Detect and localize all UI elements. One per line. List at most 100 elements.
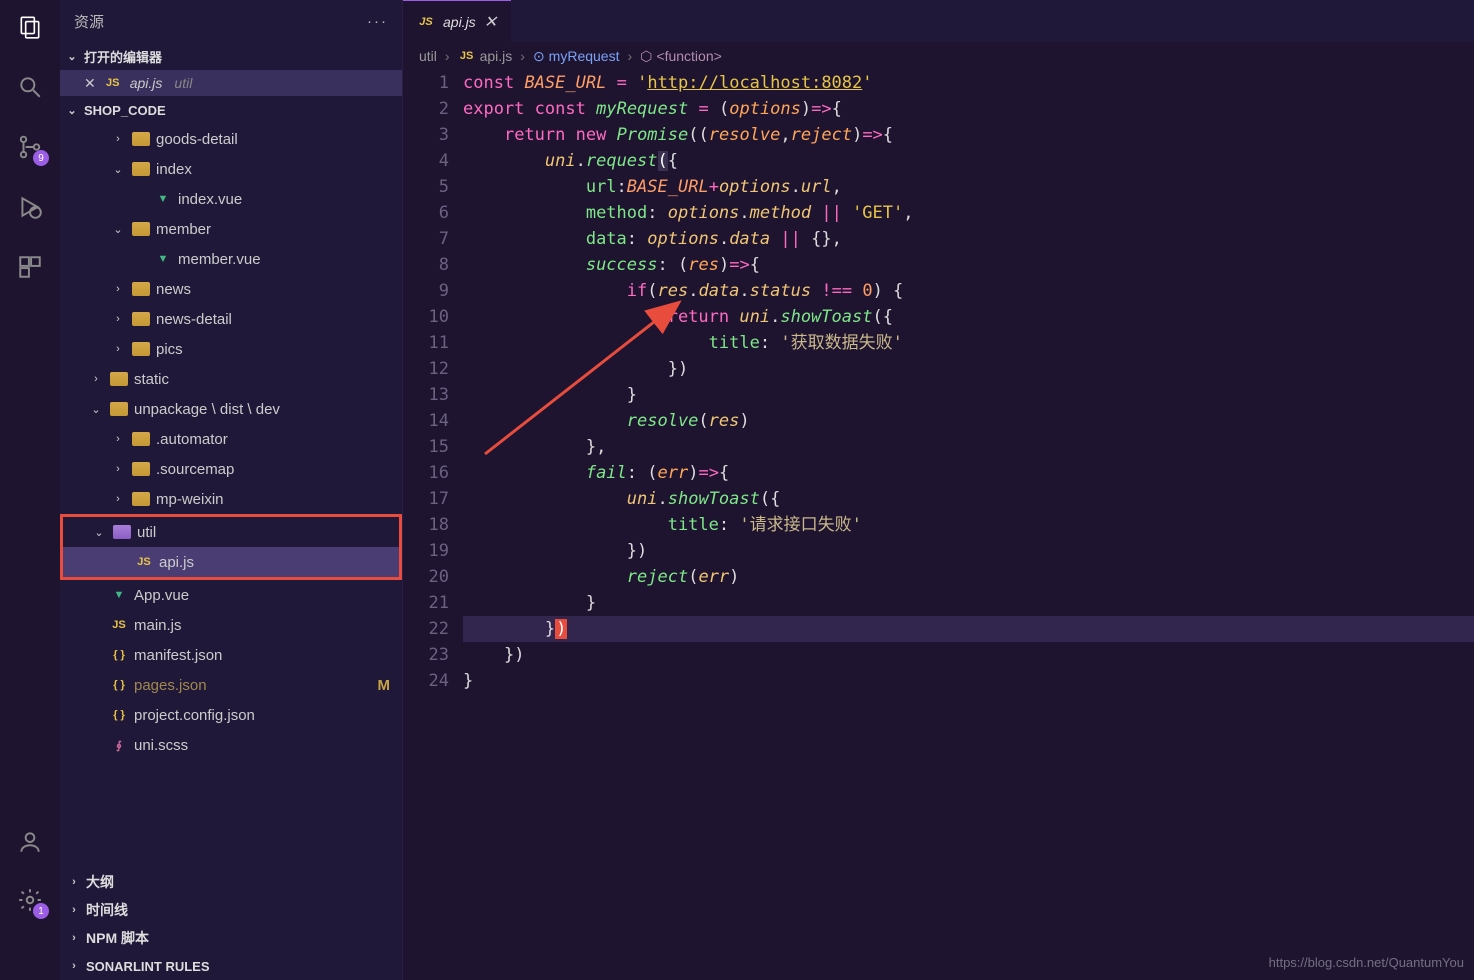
folder-icon [132,312,150,326]
tree-item-label: project.config.json [134,707,255,724]
chevron-icon: ⌄ [91,526,107,539]
code-content[interactable]: const BASE_URL = 'http://localhost:8082'… [463,70,1474,980]
chevron-icon: › [110,463,126,475]
open-editor-item[interactable]: ✕ JS api.js util [60,70,402,96]
tree-item-label: goods-detail [156,131,238,148]
tree-item[interactable]: { } project.config.json [60,700,402,730]
vue-icon: ▼ [110,589,128,601]
code-editor[interactable]: 123456789101112131415161718192021222324 … [403,70,1474,980]
timeline-section[interactable]: ›时间线 [60,896,402,924]
extensions-icon[interactable] [15,252,45,282]
scm-badge: 9 [33,150,49,166]
tree-item-label: mp-weixin [156,491,224,508]
tree-item[interactable]: › goods-detail [60,124,402,154]
json-icon: { } [110,649,128,661]
open-editors-section[interactable]: ⌄打开的编辑器 [60,42,402,70]
tree-item-label: index [156,161,192,178]
tree-item-label: unpackage \ dist \ dev [134,401,280,418]
json-icon: { } [110,709,128,721]
folder-icon [132,222,150,236]
tree-item-label: manifest.json [134,647,222,664]
tree-item[interactable]: ▼member.vue [60,244,402,274]
settings-icon[interactable]: 1 [15,885,45,915]
search-icon[interactable] [15,72,45,102]
tab-bar: JS api.js ✕ [403,0,1474,42]
watermark: https://blog.csdn.net/QuantumYou [1269,955,1464,970]
folder-icon [132,492,150,506]
js-icon: JS [135,556,153,568]
tree-item[interactable]: ›news-detail [60,304,402,334]
activity-bar: 9 1 [0,0,60,980]
tree-item[interactable]: { } manifest.json [60,640,402,670]
tree-item-label: member.vue [178,251,261,268]
sidebar-header: 资源 ··· [60,0,402,42]
tree-item[interactable]: ›static [60,364,402,394]
scss-icon: ∮ [110,739,128,752]
folder-icon [132,162,150,176]
tab-api-js[interactable]: JS api.js ✕ [403,0,511,42]
tree-item[interactable]: JSmain.js [60,610,402,640]
tree-item[interactable]: › mp-weixin [60,484,402,514]
tree-item[interactable]: ⌄unpackage \ dist \ dev [60,394,402,424]
file-tree: ›goods-detail⌄index▼index.vue⌄member▼mem… [60,124,402,868]
close-icon[interactable]: ✕ [484,12,497,32]
breadcrumb[interactable]: util› JSapi.js› ⊙myRequest› ⬡<function> [403,42,1474,70]
tree-item[interactable]: › .sourcemap [60,454,402,484]
chevron-icon: › [110,133,126,145]
js-icon: JS [458,50,476,62]
tree-item[interactable]: ∮ uni.scss [60,730,402,760]
git-status: M [378,677,391,694]
folder-icon [110,372,128,386]
folder-icon [132,342,150,356]
chevron-icon: › [88,373,104,385]
chevron-icon: › [110,493,126,505]
js-icon: JS [417,16,435,28]
chevron-icon: › [110,343,126,355]
close-icon[interactable]: ✕ [84,75,96,92]
tree-item[interactable]: ›.automator [60,424,402,454]
sonarlint-section[interactable]: ›SONARLINT RULES [60,952,402,980]
tree-item[interactable]: ⌄ member [60,214,402,244]
editor-area: JS api.js ✕ util› JSapi.js› ⊙myRequest› … [403,0,1474,980]
chevron-icon: › [110,313,126,325]
folder-icon [113,525,131,539]
chevron-icon: ⌄ [110,163,126,176]
settings-badge: 1 [33,903,49,919]
tree-item[interactable]: ⌄ index [60,154,402,184]
json-icon: { } [110,679,128,691]
sidebar-title: 资源 [74,11,104,32]
highlighted-folder: ⌄ util JS api.js [60,514,402,580]
folder-icon [132,132,150,146]
tree-item-label: api.js [159,554,194,571]
folder-icon [132,462,150,476]
tree-item[interactable]: { } pages.json M [60,670,402,700]
tree-item-label: uni.scss [134,737,188,754]
chevron-icon: ⌄ [110,223,126,236]
tree-item[interactable]: ⌄ util [63,517,399,547]
more-icon[interactable]: ··· [367,13,388,30]
tree-item[interactable]: ▼index.vue [60,184,402,214]
debug-icon[interactable] [15,192,45,222]
tree-item[interactable]: ▼App.vue [60,580,402,610]
outline-section[interactable]: ›大纲 [60,868,402,896]
tree-item[interactable]: ›pics [60,334,402,364]
js-icon: JS [104,77,122,89]
npm-section[interactable]: ›NPM 脚本 [60,924,402,952]
workspace-section[interactable]: ⌄SHOP_CODE [60,96,402,124]
account-icon[interactable] [15,827,45,857]
chevron-icon: › [110,283,126,295]
tree-item-label: util [137,524,156,541]
source-control-icon[interactable]: 9 [15,132,45,162]
function-icon: ⬡ [640,48,652,65]
folder-icon [132,432,150,446]
folder-icon [110,402,128,416]
tree-item-label: .automator [156,431,228,448]
tree-item-label: pages.json [134,677,207,694]
tree-item[interactable]: JS api.js [63,547,399,577]
tree-item-label: news [156,281,191,298]
explorer-icon[interactable] [15,12,45,42]
tree-item-label: member [156,221,211,238]
tree-item[interactable]: › news [60,274,402,304]
tree-item-label: .sourcemap [156,461,234,478]
folder-icon [132,282,150,296]
